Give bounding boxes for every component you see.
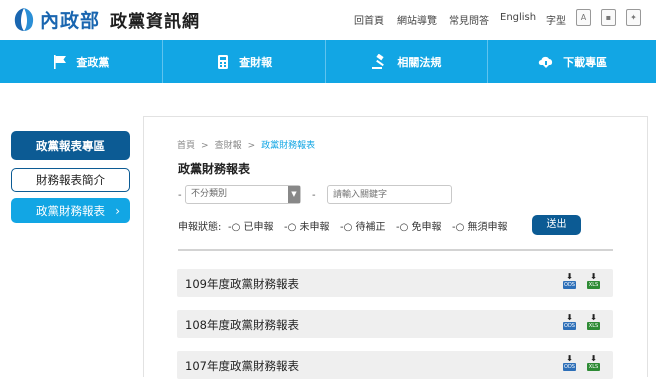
status-option-pending-correction[interactable]: -○ 待補正 <box>340 218 386 233</box>
calculator-icon <box>218 54 229 69</box>
sidebar-item-label: 財務報表簡介 <box>36 173 105 187</box>
status-option-not-required[interactable]: -○ 無須申報 <box>452 218 508 233</box>
status-option-filed[interactable]: -○ 已申報 <box>228 218 274 233</box>
download-xls-icon[interactable]: ⬇ XLS <box>587 354 600 374</box>
link-font-size[interactable]: 字型 <box>546 12 566 27</box>
status-option-label: 已申報 <box>243 222 274 233</box>
report-row[interactable]: 109年度政黨財務報表 ⬇ ODS ⬇ XLS <box>177 269 613 297</box>
ministry-name: 內政部 <box>40 9 101 32</box>
sidebar-item-label: 政黨財務報表 <box>36 203 105 218</box>
flag-icon <box>54 54 67 69</box>
nav-regulations[interactable]: 相關法規 <box>326 40 489 83</box>
breadcrumb-separator: > <box>201 141 209 151</box>
font-size-icon[interactable]: A <box>576 9 591 26</box>
status-option-not-filed[interactable]: -○ 未申報 <box>284 218 330 233</box>
download-xls-icon[interactable]: ⬇ XLS <box>587 272 600 292</box>
nav-label: 查政黨 <box>76 55 110 69</box>
nav-downloads[interactable]: 下載專區 <box>488 40 656 83</box>
ministry-emblem-icon <box>14 8 34 31</box>
breadcrumb-finance[interactable]: 查財報 <box>215 141 242 151</box>
status-option-label: 無須申報 <box>467 222 508 233</box>
nav-finance-search[interactable]: 查財報 <box>163 40 326 83</box>
breadcrumb-home[interactable]: 首頁 <box>177 141 195 151</box>
category-select-value: 不分類別 <box>191 189 228 199</box>
breadcrumb: 首頁 > 查財報 > 政黨財務報表 <box>177 138 315 151</box>
sidebar-item-party-reports[interactable]: 政黨財務報表 › <box>11 198 130 223</box>
chevron-right-icon: › <box>115 203 120 218</box>
gavel-icon <box>372 53 385 69</box>
link-home[interactable]: 回首頁 <box>354 12 384 27</box>
status-option-label: 免申報 <box>411 222 442 233</box>
nav-label: 查財報 <box>239 55 273 69</box>
link-faq[interactable]: 常見問答 <box>449 12 489 27</box>
chevron-down-icon: ▼ <box>288 186 300 203</box>
nav-party-search[interactable]: 查政黨 <box>0 40 163 83</box>
status-option-exempt[interactable]: -○ 免申報 <box>396 218 442 233</box>
download-ods-icon[interactable]: ⬇ ODS <box>563 272 576 292</box>
breadcrumb-current: 政黨財務報表 <box>261 141 316 151</box>
site-header: 內政部 政黨資訊網 回首頁 網站導覽 常見問答 English 字型 A ▪ ✦ <box>0 0 656 40</box>
divider <box>178 249 613 251</box>
filter-dash: - <box>178 190 182 201</box>
main-navbar: 查政黨 查財報 相關法規 下載專區 <box>0 40 656 83</box>
keyword-search-input[interactable] <box>327 185 452 204</box>
submit-button[interactable]: 送出 <box>532 215 581 235</box>
page-title: 政黨財務報表 <box>178 162 251 176</box>
site-title: 政黨資訊網 <box>110 11 201 32</box>
filing-status-label: 申報狀態: <box>178 222 222 233</box>
breadcrumb-separator: > <box>247 141 256 151</box>
link-english[interactable]: English <box>500 12 536 23</box>
site-logo[interactable]: 內政部 政黨資訊網 <box>10 6 200 32</box>
cloud-download-icon <box>538 56 553 68</box>
download-ods-icon[interactable]: ⬇ ODS <box>563 354 576 374</box>
nav-label: 相關法規 <box>397 55 442 69</box>
link-sitemap[interactable]: 網站導覽 <box>397 12 437 27</box>
share-icon[interactable]: ✦ <box>626 9 641 26</box>
filter-dash: - <box>312 190 316 201</box>
sidebar: 政黨報表專區 財務報表簡介 政黨財務報表 › <box>11 131 130 233</box>
download-ods-icon[interactable]: ⬇ ODS <box>563 313 576 333</box>
sidebar-title[interactable]: 政黨報表專區 <box>11 131 130 160</box>
download-xls-icon[interactable]: ⬇ XLS <box>587 313 600 333</box>
print-icon[interactable]: ▪ <box>601 9 616 26</box>
report-row[interactable]: 108年度政黨財務報表 ⬇ ODS ⬇ XLS <box>177 310 613 338</box>
nav-label: 下載專區 <box>563 55 608 69</box>
status-option-label: 未申報 <box>299 222 330 233</box>
report-title[interactable]: 109年度政黨財務報表 <box>185 276 299 292</box>
report-row[interactable]: 107年度政黨財務報表 ⬇ ODS ⬇ XLS <box>177 351 613 379</box>
category-select[interactable]: 不分類別 ▼ <box>185 185 301 204</box>
main-content: 首頁 > 查財報 > 政黨財務報表 政黨財務報表 - 不分類別 ▼ - 申報狀態: -○… <box>143 116 648 379</box>
sidebar-item-report-intro[interactable]: 財務報表簡介 <box>11 168 130 192</box>
status-option-label: 待補正 <box>355 222 386 233</box>
report-title[interactable]: 108年度政黨財務報表 <box>185 317 299 333</box>
report-title[interactable]: 107年度政黨財務報表 <box>185 358 299 374</box>
